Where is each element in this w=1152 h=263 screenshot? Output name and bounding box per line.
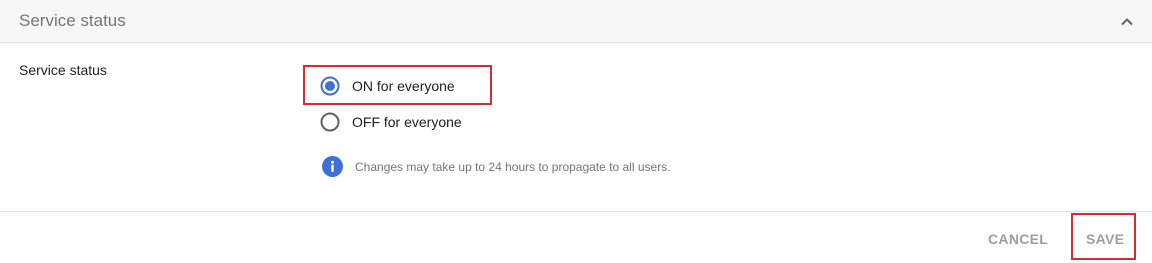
panel-title: Service status	[19, 11, 126, 30]
radio-selected-icon[interactable]	[320, 76, 340, 96]
setting-label: Service status	[19, 62, 107, 78]
cancel-button[interactable]: CANCEL	[988, 228, 1048, 250]
panel-header[interactable]: Service status	[0, 0, 1152, 43]
radio-label-off: OFF for everyone	[352, 114, 462, 130]
radio-label-on: ON for everyone	[352, 78, 455, 94]
radio-option-on[interactable]: ON for everyone	[306, 69, 455, 103]
chevron-up-icon[interactable]	[1119, 14, 1135, 30]
service-status-panel: Service status Service status ON for eve…	[0, 0, 1152, 263]
info-note: Changes may take up to 24 hours to propa…	[322, 156, 671, 177]
save-button[interactable]: SAVE	[1086, 228, 1124, 250]
radio-unselected-icon[interactable]	[320, 112, 340, 132]
info-icon	[322, 156, 343, 177]
footer-divider	[0, 211, 1152, 212]
radio-option-off[interactable]: OFF for everyone	[306, 105, 462, 139]
info-text: Changes may take up to 24 hours to propa…	[355, 159, 671, 174]
